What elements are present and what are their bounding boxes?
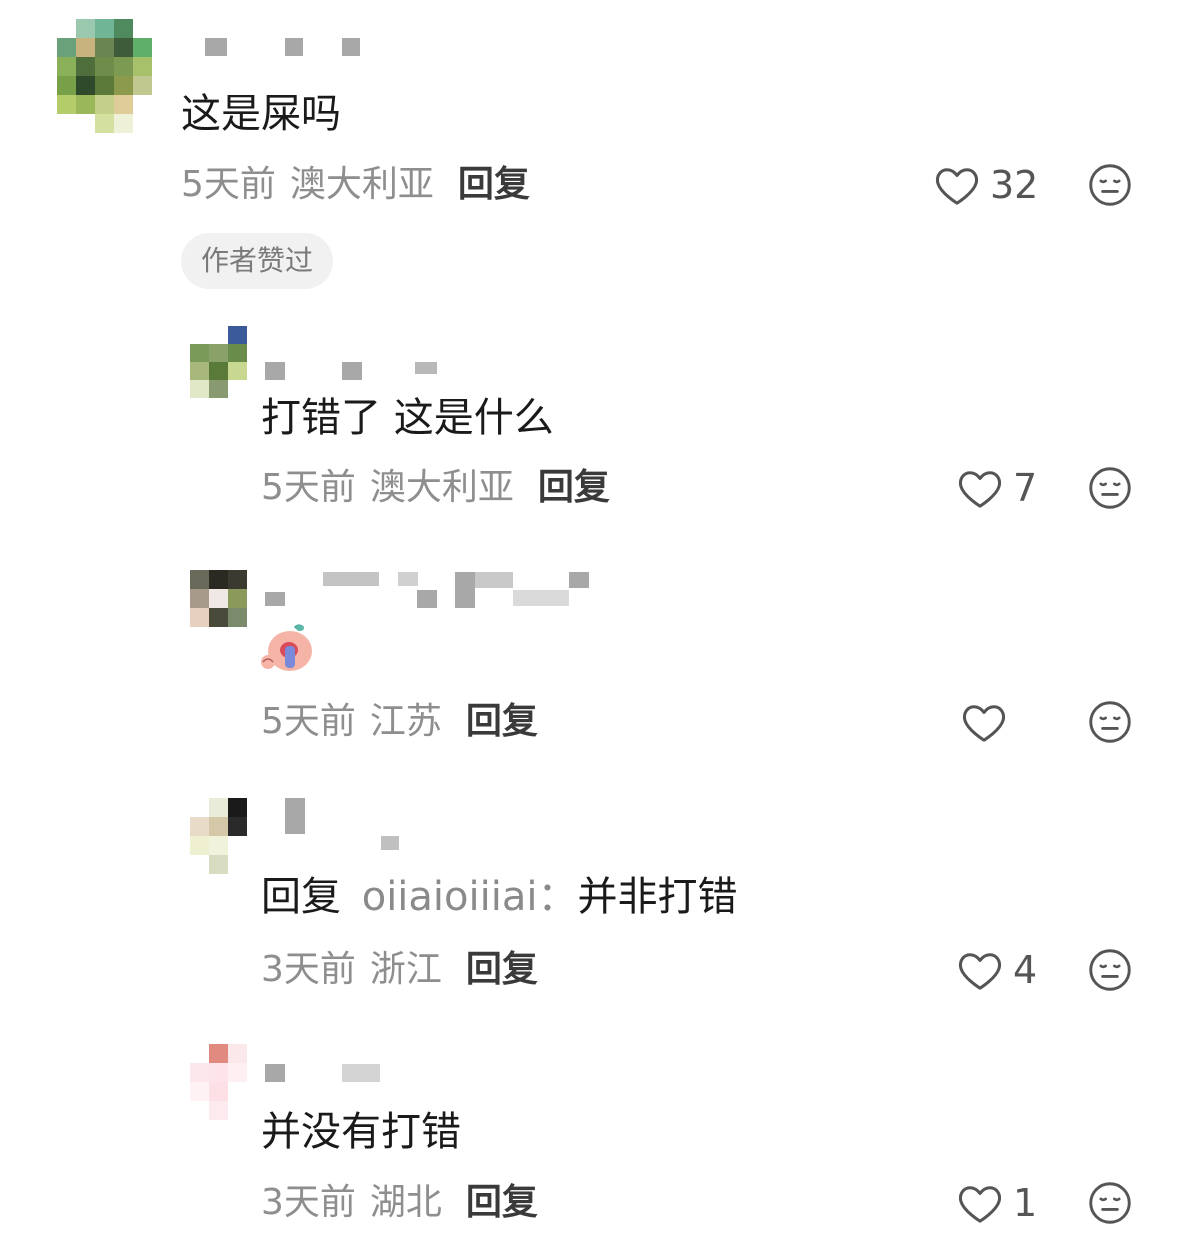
- comment-time: 3天前: [261, 949, 356, 990]
- comment-item: 并没有打错 3天前 湖北 回复 1: [0, 1020, 1200, 1249]
- dislike-button[interactable]: [1088, 700, 1132, 748]
- comment-text: 这是屎吗: [181, 91, 341, 137]
- comment-time: 5天前: [181, 164, 276, 205]
- reply-button[interactable]: 回复: [466, 1182, 538, 1223]
- heart-outline-icon: [962, 705, 1006, 742]
- comment-text: 打错了 这是什么: [261, 395, 554, 441]
- neutral-face-icon: [1089, 1182, 1131, 1224]
- heart-outline-icon: [958, 1186, 1002, 1223]
- reply-button[interactable]: 回复: [538, 467, 610, 508]
- comment-location: 浙江: [369, 949, 442, 990]
- avatar[interactable]: [57, 19, 152, 133]
- comment-time: 5天前: [261, 701, 356, 742]
- neutral-face-icon: [1089, 949, 1131, 991]
- avatar[interactable]: [190, 1044, 247, 1120]
- comment-text: 并没有打错: [261, 1109, 461, 1155]
- like-count: 1: [1013, 1181, 1038, 1225]
- neutral-face-icon: [1089, 467, 1131, 509]
- like-count: 7: [1013, 466, 1038, 510]
- like-count: 4: [1013, 948, 1038, 992]
- reply-prefix: 回复: [261, 874, 341, 920]
- heart-outline-icon: [935, 168, 979, 205]
- reply-target-username[interactable]: oiiaioiiiai：: [362, 874, 578, 920]
- reply-button[interactable]: 回复: [458, 164, 530, 205]
- comment-body: 并非打错: [577, 874, 738, 920]
- comment-item: 回复 oiiaioiiiai：并非打错 3天前 浙江 回复 4: [0, 780, 1200, 1020]
- dislike-button[interactable]: [1088, 1181, 1132, 1229]
- heart-outline-icon: [958, 953, 1002, 990]
- author-liked-badge: 作者赞过: [181, 233, 334, 289]
- comment-location: 澳大利亚: [369, 467, 514, 508]
- comment-meta: 3天前 湖北 回复: [261, 1180, 538, 1226]
- comment-time: 5天前: [261, 467, 356, 508]
- comment-item: 这是屎吗 5天前 澳大利亚 回复 32 作者赞过: [0, 0, 1200, 300]
- avatar[interactable]: [190, 326, 247, 398]
- reply-button[interactable]: 回复: [466, 701, 538, 742]
- comment-location: 湖北: [369, 1182, 442, 1223]
- like-button[interactable]: 1: [957, 1180, 1037, 1226]
- heart-outline-icon: [958, 471, 1002, 508]
- comment-text: 回复 oiiaioiiiai：并非打错: [261, 871, 737, 923]
- comment-item: 打错了 这是什么 5天前 澳大利亚 回复 7: [0, 300, 1200, 540]
- like-button[interactable]: 7: [957, 465, 1037, 511]
- like-count: 32: [990, 163, 1039, 207]
- comment-meta: 5天前 澳大利亚 回复: [181, 162, 530, 208]
- like-button[interactable]: [961, 699, 1017, 745]
- comment-meta: 5天前 江苏 回复: [261, 699, 538, 745]
- comment-item: 5天前 江苏 回复: [0, 540, 1200, 780]
- neutral-face-icon: [1089, 164, 1131, 206]
- neutral-face-icon: [1089, 701, 1131, 743]
- comment-meta: 3天前 浙江 回复: [261, 947, 538, 993]
- dislike-button[interactable]: [1088, 466, 1132, 514]
- reply-button[interactable]: 回复: [466, 949, 538, 990]
- avatar[interactable]: [190, 798, 247, 874]
- comment-location: 澳大利亚: [289, 164, 434, 205]
- avatar[interactable]: [190, 570, 247, 627]
- dislike-button[interactable]: [1088, 163, 1132, 211]
- like-button[interactable]: 4: [957, 947, 1037, 993]
- comment-time: 3天前: [261, 1182, 356, 1223]
- crying-baby-sticker: [259, 622, 315, 678]
- like-button[interactable]: 32: [934, 162, 1038, 208]
- comment-location: 江苏: [369, 701, 442, 742]
- comment-meta: 5天前 澳大利亚 回复: [261, 465, 610, 511]
- dislike-button[interactable]: [1088, 948, 1132, 996]
